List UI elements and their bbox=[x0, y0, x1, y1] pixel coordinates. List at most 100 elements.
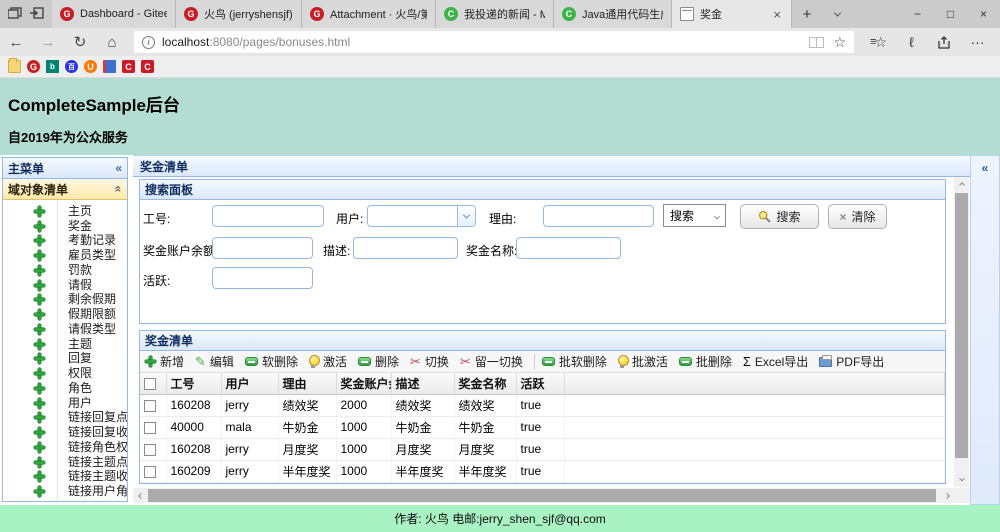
edit-button[interactable]: ✎ 编辑 bbox=[195, 353, 234, 370]
sidebar-item-link-user-role[interactable]: 链接用户角色 bbox=[3, 484, 127, 499]
pdf-export-button[interactable]: PDF导出 bbox=[819, 353, 884, 370]
add-button[interactable]: 新增 bbox=[145, 353, 184, 370]
new-tab-button[interactable]: + bbox=[792, 0, 822, 28]
close-button[interactable]: × bbox=[967, 0, 1000, 28]
tab-preview-icon[interactable] bbox=[30, 6, 44, 22]
row-checkbox[interactable] bbox=[144, 399, 156, 412]
bookmark-csdn-icon[interactable]: C bbox=[122, 60, 135, 73]
sidebar-item-fine[interactable]: 罚款 bbox=[3, 263, 127, 278]
horizontal-scrollbar[interactable] bbox=[133, 488, 954, 503]
toggle-button[interactable]: ✂ 切换 bbox=[410, 353, 449, 370]
east-collapsed-panel[interactable]: « bbox=[970, 155, 1000, 505]
table-row[interactable]: 40000 mala 牛奶金 1000 牛奶金 牛奶金 true bbox=[140, 416, 945, 439]
sidebar-item-permission[interactable]: 权限 bbox=[3, 366, 127, 381]
sidebar-item-attendance[interactable]: 考勤记录 bbox=[3, 234, 127, 249]
row-checkbox[interactable] bbox=[144, 421, 156, 434]
scroll-up-arrow[interactable] bbox=[954, 177, 969, 192]
row-checkbox[interactable] bbox=[144, 465, 156, 478]
tab-list-dropdown-icon[interactable] bbox=[822, 0, 852, 28]
search-button[interactable]: 搜索 bbox=[740, 204, 819, 229]
col-description[interactable]: 描述 bbox=[391, 373, 455, 395]
delete-button[interactable]: 删除 bbox=[357, 353, 399, 370]
sidebar-item-role[interactable]: 角色 bbox=[3, 381, 127, 396]
tab-bonuses-active[interactable]: 奖金 × bbox=[672, 0, 792, 28]
col-balance[interactable]: 奖金账户余额 bbox=[336, 373, 392, 395]
tab-news[interactable]: C 我投递的新闻 - MS&A( bbox=[436, 0, 554, 28]
bookmark-folder-icon[interactable] bbox=[8, 58, 21, 73]
reason-field[interactable] bbox=[543, 205, 654, 227]
accordion-header-domain-objects[interactable]: 域对象清单 « bbox=[3, 179, 127, 200]
favorite-star-icon[interactable]: ☆ bbox=[833, 34, 846, 51]
scroll-left-arrow[interactable] bbox=[133, 488, 148, 503]
sidebar-item-link-topic-like-user[interactable]: 链接主题点赞用户 bbox=[3, 455, 127, 470]
bookmark-csdn-icon-2[interactable]: C bbox=[141, 60, 154, 73]
forward-icon[interactable]: → bbox=[32, 34, 64, 51]
vertical-scroll-thumb[interactable] bbox=[955, 193, 968, 458]
tab-dashboard-gitee[interactable]: G Dashboard - Gitee bbox=[52, 0, 176, 28]
site-info-icon[interactable]: i bbox=[142, 35, 155, 49]
table-row[interactable]: 160209 jerry 半年度奖 1000 半年度奖 半年度奖 true bbox=[140, 460, 945, 483]
share-icon[interactable] bbox=[928, 35, 961, 49]
col-bonus-name[interactable]: 奖金名称 bbox=[454, 373, 517, 395]
minimize-button[interactable]: − bbox=[901, 0, 934, 28]
tab-java-generator[interactable]: C Java通用代码生成器光 bbox=[554, 0, 672, 28]
sidebar-item-leave-quota[interactable]: 假期限额 bbox=[3, 307, 127, 322]
soft-delete-button[interactable]: 软删除 bbox=[244, 353, 298, 370]
vertical-scrollbar[interactable] bbox=[954, 177, 969, 487]
back-icon[interactable]: ← bbox=[0, 34, 32, 51]
sidebar-item-leave[interactable]: 请假 bbox=[3, 278, 127, 293]
description-field[interactable] bbox=[353, 237, 458, 259]
favorites-hub-icon[interactable]: ≡ ☆ bbox=[862, 34, 895, 51]
more-actions-icon[interactable]: ··· bbox=[961, 34, 994, 50]
sidebar-item-employee-type[interactable]: 雇员类型 bbox=[3, 248, 127, 263]
sidebar-item-topic[interactable]: 主题 bbox=[3, 337, 127, 352]
combobox-arrow-icon[interactable] bbox=[457, 206, 475, 226]
col-employee-no[interactable]: 工号 bbox=[166, 373, 222, 395]
bookmark-notebook-icon[interactable] bbox=[103, 60, 116, 73]
col-user[interactable]: 用户 bbox=[221, 373, 279, 395]
sidebar-item-link-reply-like-user[interactable]: 链接回复点赞用户 bbox=[3, 411, 127, 426]
sidebar-item-link-topic-fav-user[interactable]: 链接主题收藏用户 bbox=[3, 470, 127, 485]
col-reason[interactable]: 理由 bbox=[278, 373, 337, 395]
horizontal-scroll-thumb[interactable] bbox=[148, 489, 936, 502]
set-tabs-aside-icon[interactable] bbox=[7, 6, 22, 22]
sidebar-item-leave-type[interactable]: 请假类型 bbox=[3, 322, 127, 337]
sidebar-collapse-icon[interactable]: « bbox=[115, 161, 122, 175]
batch-delete-button[interactable]: 批删除 bbox=[678, 353, 732, 370]
refresh-icon[interactable]: ↻ bbox=[64, 33, 96, 51]
bookmark-uc-icon[interactable]: U bbox=[84, 60, 97, 73]
tab-huoniao-git[interactable]: G 火鸟 (jerryshensjf) - Git bbox=[176, 0, 302, 28]
bookmark-gitee-icon[interactable]: G bbox=[27, 60, 40, 73]
table-row[interactable]: 160208 jerry 月度奖 1000 月度奖 月度奖 true bbox=[140, 438, 945, 461]
bonus-name-field[interactable] bbox=[516, 237, 621, 259]
url-input[interactable]: i localhost:8080/pages/bonuses.html ☆ bbox=[134, 31, 854, 53]
active-field[interactable] bbox=[212, 267, 313, 289]
keep-one-toggle-button[interactable]: ✂ 留一切换 bbox=[460, 353, 523, 370]
accordion-collapse-icon[interactable]: « bbox=[112, 186, 126, 193]
col-active[interactable]: 活跃 bbox=[516, 373, 565, 395]
web-note-pen-icon[interactable]: ℓ bbox=[895, 34, 928, 50]
search-type-select[interactable]: 搜索 bbox=[663, 204, 726, 227]
bookmark-bing-icon[interactable]: b bbox=[46, 60, 59, 73]
tab-attachment[interactable]: G Attachment · 火鸟/第三 bbox=[302, 0, 436, 28]
table-row[interactable]: 160208 jerry 绩效奖 2000 绩效奖 绩效奖 true bbox=[140, 394, 945, 417]
sidebar-item-link-reply-fav-user[interactable]: 链接回复收藏用户 bbox=[3, 425, 127, 440]
sidebar-item-link-role-permission[interactable]: 链接角色权限 bbox=[3, 440, 127, 455]
user-combobox[interactable] bbox=[367, 205, 476, 227]
east-expand-icon[interactable]: « bbox=[982, 161, 989, 504]
activate-button[interactable]: 激活 bbox=[308, 353, 347, 370]
batch-soft-delete-button[interactable]: 批软删除 bbox=[541, 353, 607, 370]
scroll-down-arrow[interactable] bbox=[954, 472, 969, 487]
employee-no-field[interactable] bbox=[212, 205, 324, 227]
sidebar-item-reply[interactable]: 回复 bbox=[3, 352, 127, 367]
row-checkbox[interactable] bbox=[144, 443, 156, 456]
sidebar-item-user[interactable]: 用户 bbox=[3, 396, 127, 411]
tab-close-icon[interactable]: × bbox=[771, 7, 783, 22]
sidebar-item-bonus[interactable]: 奖金 bbox=[3, 219, 127, 234]
home-icon[interactable]: ⌂ bbox=[96, 34, 128, 51]
sidebar-item-remaining-leave[interactable]: 剩余假期 bbox=[3, 293, 127, 308]
clear-button[interactable]: × 清除 bbox=[828, 204, 887, 229]
excel-export-button[interactable]: Σ Excel导出 bbox=[743, 353, 808, 370]
batch-activate-button[interactable]: 批激活 bbox=[617, 353, 668, 370]
maximize-button[interactable]: □ bbox=[934, 0, 967, 28]
